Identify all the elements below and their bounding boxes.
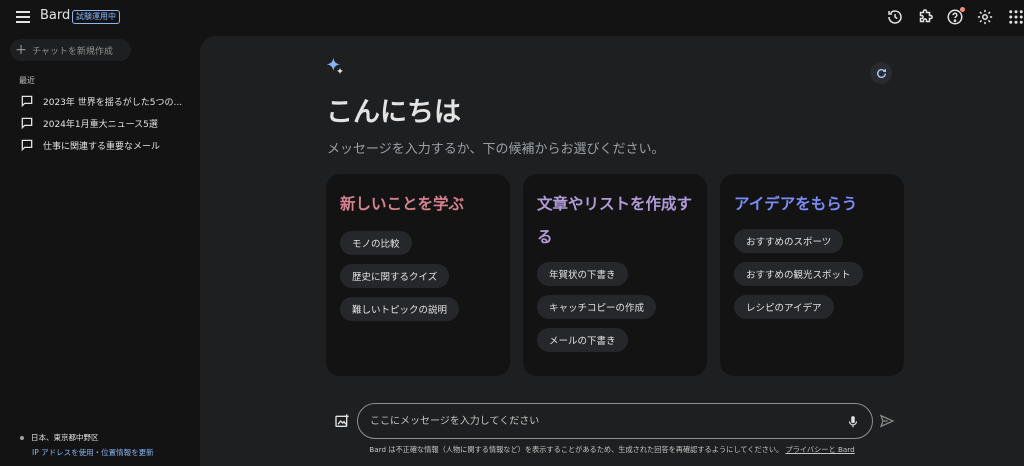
history-icon[interactable] [886, 8, 904, 26]
new-chat-label: チャットを新規作成 [32, 46, 113, 57]
suggestion-chip[interactable]: キャッチコピーの作成 [537, 295, 657, 319]
card-title: アイデアをもらう [734, 195, 858, 213]
suggestion-chip[interactable]: 年賀状の下書き [537, 262, 628, 286]
location-text: 日本、東京都中野区 [31, 433, 99, 442]
recent-heading: 最近 [19, 76, 35, 85]
beta-badge: 試験運用中 [72, 10, 120, 24]
location-dot-icon [20, 435, 24, 440]
image-upload-icon[interactable] [334, 413, 350, 429]
suggestion-chip[interactable]: おすすめの観光スポット [734, 262, 863, 286]
chat-bubble-icon [20, 94, 34, 108]
suggestion-chip[interactable]: おすすめのスポーツ [734, 229, 844, 253]
refresh-button[interactable] [870, 62, 892, 84]
prompt-input[interactable] [370, 412, 830, 430]
app-name: Bard [40, 8, 71, 23]
microphone-icon[interactable] [846, 414, 860, 430]
card-title: 文章やリストを作成する [537, 195, 693, 246]
card-title: 新しいことを学ぶ [340, 195, 465, 213]
disclaimer-text: Bard は不正確な情報（人物に関する情報など）を表示することがあるため、生成さ… [369, 445, 784, 454]
suggestion-chip[interactable]: 難しいトピックの説明 [340, 297, 460, 321]
recent-chat-title: 2024年1月重大ニュース5選 [43, 119, 158, 130]
suggestion-chip[interactable]: レシピのアイデア [734, 295, 834, 319]
refresh-icon [876, 68, 886, 78]
extensions-icon[interactable] [916, 8, 934, 26]
suggestion-card-learn: 新しいことを学ぶ モノの比較 歴史に関するクイズ 難しいトピックの説明 [326, 174, 510, 376]
privacy-link[interactable]: プライバシーと Bard [786, 445, 855, 454]
recent-chat-item[interactable]: 仕事に関連する重要なメール [12, 135, 190, 155]
chat-bubble-icon [20, 116, 34, 130]
suggestion-chip[interactable]: モノの比較 [340, 231, 412, 255]
main-panel: こんにちは メッセージを入力するか、下の候補からお選びください。 新しいことを学… [200, 36, 1024, 466]
suggestion-chip[interactable]: 歴史に関するクイズ [340, 264, 450, 288]
main-menu-button[interactable] [14, 9, 32, 27]
prompt-input-container [357, 403, 873, 439]
apps-grid-icon[interactable] [1007, 8, 1024, 26]
greeting-heading: こんにちは [326, 97, 461, 128]
top-bar: Bard 試験運用中 [0, 0, 1024, 36]
bard-sparkle-icon [325, 56, 345, 76]
chat-bubble-icon [20, 138, 34, 152]
disclaimer: Bard は不正確な情報（人物に関する情報など）を表示することがあるため、生成さ… [200, 445, 1024, 455]
update-location-link[interactable]: IP アドレスを使用・位置情報を更新 [32, 448, 154, 457]
location-links: IP アドレスを使用・位置情報を更新 [32, 447, 154, 458]
greeting-subtitle: メッセージを入力するか、下の候補からお選びください。 [327, 142, 665, 157]
recent-chat-item[interactable]: 2023年 世界を揺るがした5つの... [12, 91, 190, 111]
settings-icon[interactable] [976, 8, 994, 26]
recent-chat-title: 2023年 世界を揺るがした5つの... [43, 97, 183, 108]
prompt-area [326, 400, 895, 440]
send-icon[interactable] [879, 413, 895, 429]
suggestion-card-ideas: アイデアをもらう おすすめのスポーツ おすすめの観光スポット レシピのアイデア [720, 174, 904, 376]
suggestion-chip[interactable]: メールの下書き [537, 328, 628, 352]
new-chat-button[interactable]: + チャットを新規作成 [10, 39, 131, 61]
recent-chat-item[interactable]: 2024年1月重大ニュース5選 [12, 113, 190, 133]
help-icon[interactable] [946, 7, 965, 26]
notification-dot [960, 7, 965, 12]
recent-chat-title: 仕事に関連する重要なメール [43, 141, 161, 152]
location-info: 日本、東京都中野区 [20, 432, 99, 443]
suggestion-card-write: 文章やリストを作成する 年賀状の下書き キャッチコピーの作成 メールの下書き [523, 174, 707, 376]
sidebar: + チャットを新規作成 最近 2023年 世界を揺るがした5つの... 2024… [0, 36, 200, 466]
plus-icon: + [15, 42, 27, 58]
